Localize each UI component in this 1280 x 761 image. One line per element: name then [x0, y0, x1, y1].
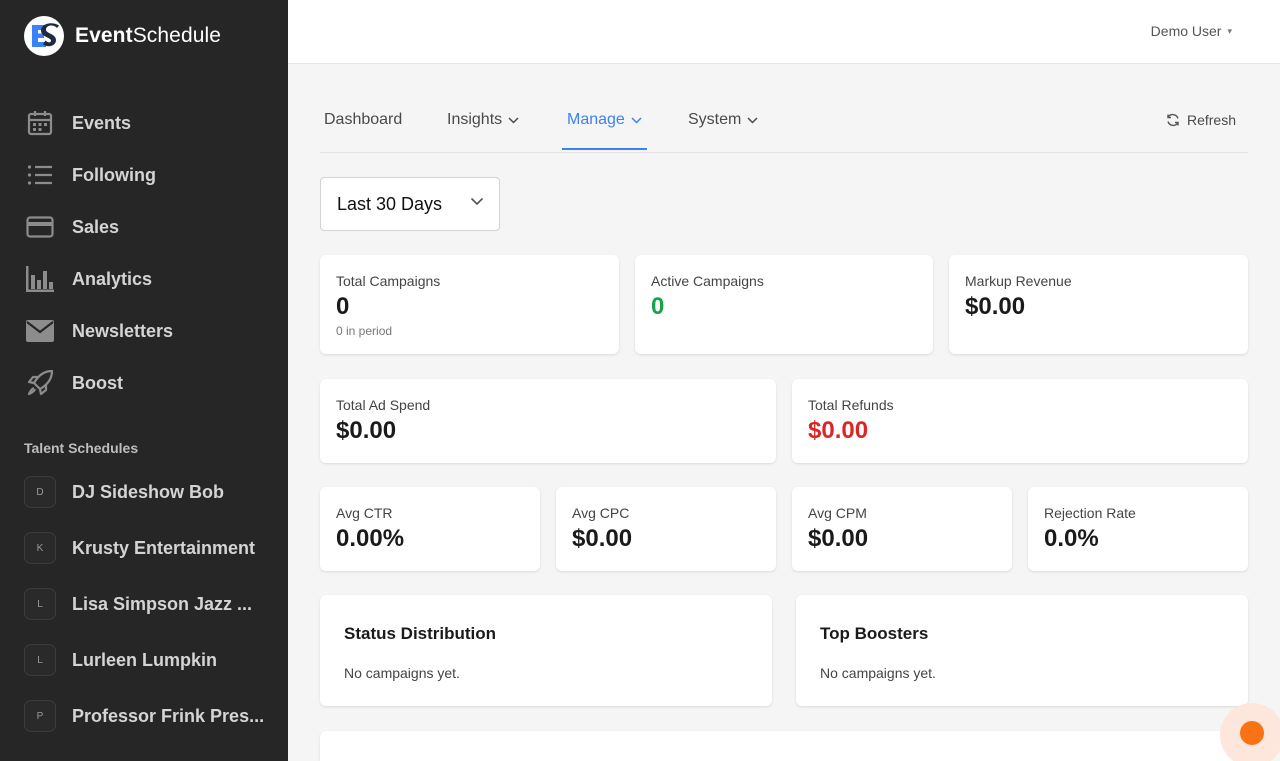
sidebar-item-sales[interactable]: Sales: [0, 201, 288, 253]
talent-avatar: D: [24, 476, 56, 508]
stat-label: Avg CPM: [808, 505, 867, 521]
sidebar-item-newsletters[interactable]: Newsletters: [0, 305, 288, 357]
sidebar-item-label: Analytics: [72, 268, 153, 289]
date-range-select[interactable]: Last 30 Days: [320, 177, 500, 231]
talent-list: D DJ Sideshow Bob K Krusty Entertainment…: [0, 464, 288, 744]
logo-icon: [24, 16, 64, 56]
sidebar-item-label: Following: [72, 164, 156, 185]
stat-card-avg-ctr: Avg CTR 0.00%: [320, 487, 540, 571]
stat-value: 0: [336, 293, 350, 320]
talent-label: Professor Frink Pres...: [72, 705, 265, 726]
stat-value: $0.00: [965, 293, 1026, 320]
stat-card-markup-revenue: Markup Revenue $0.00: [949, 255, 1248, 354]
refresh-icon: [1167, 113, 1179, 127]
stat-value: 0.00%: [336, 525, 405, 552]
panel-title: Top Boosters: [820, 624, 929, 643]
stat-card-total-campaigns: Total Campaigns 0 0 in period: [320, 255, 619, 354]
calendar-icon: [26, 109, 54, 137]
tab-label: Insights: [447, 111, 503, 128]
stat-card-avg-cpc: Avg CPC $0.00: [556, 487, 776, 571]
admin-tabs: Dashboard Insights Manage System Refresh: [320, 100, 1248, 153]
refresh-button[interactable]: Refresh: [1166, 112, 1236, 128]
tab-insights[interactable]: Insights: [447, 100, 519, 150]
chat-widget-button[interactable]: [1240, 721, 1264, 745]
sidebar-item-events[interactable]: Events: [0, 97, 288, 149]
tab-label: Manage: [567, 111, 625, 128]
stat-card-active-campaigns: Active Campaigns 0: [635, 255, 933, 354]
talent-label: Lisa Simpson Jazz ...: [72, 593, 253, 614]
main-nav: Events Following Sales Analytics Newslet…: [0, 97, 288, 409]
stat-label: Markup Revenue: [965, 273, 1072, 289]
talent-item[interactable]: K Krusty Entertainment: [0, 520, 288, 576]
stat-card-rejection-rate: Rejection Rate 0.0%: [1028, 487, 1248, 571]
talent-avatar: L: [24, 588, 56, 620]
top-bar: Demo User ▾: [288, 0, 1280, 64]
stat-label: Avg CPC: [572, 505, 630, 521]
stat-label: Active Campaigns: [651, 273, 764, 289]
talent-item[interactable]: D DJ Sideshow Bob: [0, 464, 288, 520]
talent-avatar: P: [24, 700, 56, 732]
chevron-down-icon: ▾: [1227, 25, 1232, 36]
stat-label: Total Refunds: [808, 397, 894, 413]
sidebar-item-analytics[interactable]: Analytics: [0, 253, 288, 305]
envelope-icon: [26, 317, 54, 345]
talent-avatar: K: [24, 532, 56, 564]
sidebar: EventSchedule Events Following Sales Ana…: [0, 0, 288, 761]
talent-schedules-heading: Talent Schedules: [24, 440, 139, 456]
sidebar-item-following[interactable]: Following: [0, 149, 288, 201]
empty-state: No campaigns yet.: [820, 665, 936, 681]
stat-label: Rejection Rate: [1044, 505, 1136, 521]
stat-value: 0.0%: [1044, 525, 1099, 552]
stat-value: $0.00: [572, 525, 633, 552]
bar-chart-icon: [26, 265, 54, 293]
sidebar-item-label: Newsletters: [72, 320, 174, 341]
stat-label: Total Campaigns: [336, 273, 441, 289]
talent-item[interactable]: L Lisa Simpson Jazz ...: [0, 576, 288, 632]
brand-name: EventSchedule: [75, 24, 222, 47]
stat-card-avg-cpm: Avg CPM $0.00: [792, 487, 1012, 571]
talent-label: Lurleen Lumpkin: [72, 649, 218, 670]
chevron-down-icon: [508, 117, 519, 124]
credit-card-icon: [26, 213, 54, 241]
rocket-icon: [26, 369, 54, 397]
talent-label: Krusty Entertainment: [72, 537, 256, 558]
talent-item[interactable]: P Professor Frink Pres...: [0, 688, 288, 744]
sidebar-item-boost[interactable]: Boost: [0, 357, 288, 409]
tab-system[interactable]: System: [688, 100, 758, 150]
list-icon: [26, 161, 54, 189]
chevron-down-icon: [631, 117, 642, 124]
stat-label: Avg CTR: [336, 505, 393, 521]
empty-state: No campaigns yet.: [344, 665, 460, 681]
user-menu[interactable]: Demo User ▾: [1151, 23, 1232, 39]
next-panel: [320, 731, 1248, 761]
date-range-value: Last 30 Days: [337, 193, 443, 214]
sidebar-item-label: Sales: [72, 216, 120, 237]
tab-label: Dashboard: [324, 111, 403, 128]
chevron-down-icon: [470, 197, 484, 206]
stat-value: $0.00: [808, 525, 869, 552]
stat-value: $0.00: [336, 417, 397, 444]
user-name: Demo User: [1150, 23, 1222, 39]
stat-card-total-ad-spend: Total Ad Spend $0.00: [320, 379, 776, 463]
sidebar-item-label: Boost: [72, 372, 123, 393]
talent-label: DJ Sideshow Bob: [72, 481, 225, 502]
refresh-label: Refresh: [1186, 112, 1236, 128]
brand-logo[interactable]: EventSchedule: [24, 16, 221, 56]
stat-value: $0.00: [808, 417, 869, 444]
top-boosters-panel: Top Boosters No campaigns yet.: [796, 595, 1248, 706]
stat-label: Total Ad Spend: [336, 397, 431, 413]
tab-manage[interactable]: Manage: [562, 100, 647, 150]
stat-card-total-refunds: Total Refunds $0.00: [792, 379, 1248, 463]
stat-subtext: 0 in period: [336, 324, 393, 338]
talent-avatar: L: [24, 644, 56, 676]
tab-dashboard[interactable]: Dashboard: [324, 100, 402, 150]
sidebar-item-label: Events: [72, 112, 132, 133]
chevron-down-icon: [747, 117, 758, 124]
status-distribution-panel: Status Distribution No campaigns yet.: [320, 595, 772, 706]
tab-label: System: [688, 111, 742, 128]
stat-value: 0: [651, 293, 665, 320]
talent-item[interactable]: L Lurleen Lumpkin: [0, 632, 288, 688]
panel-title: Status Distribution: [344, 624, 497, 643]
